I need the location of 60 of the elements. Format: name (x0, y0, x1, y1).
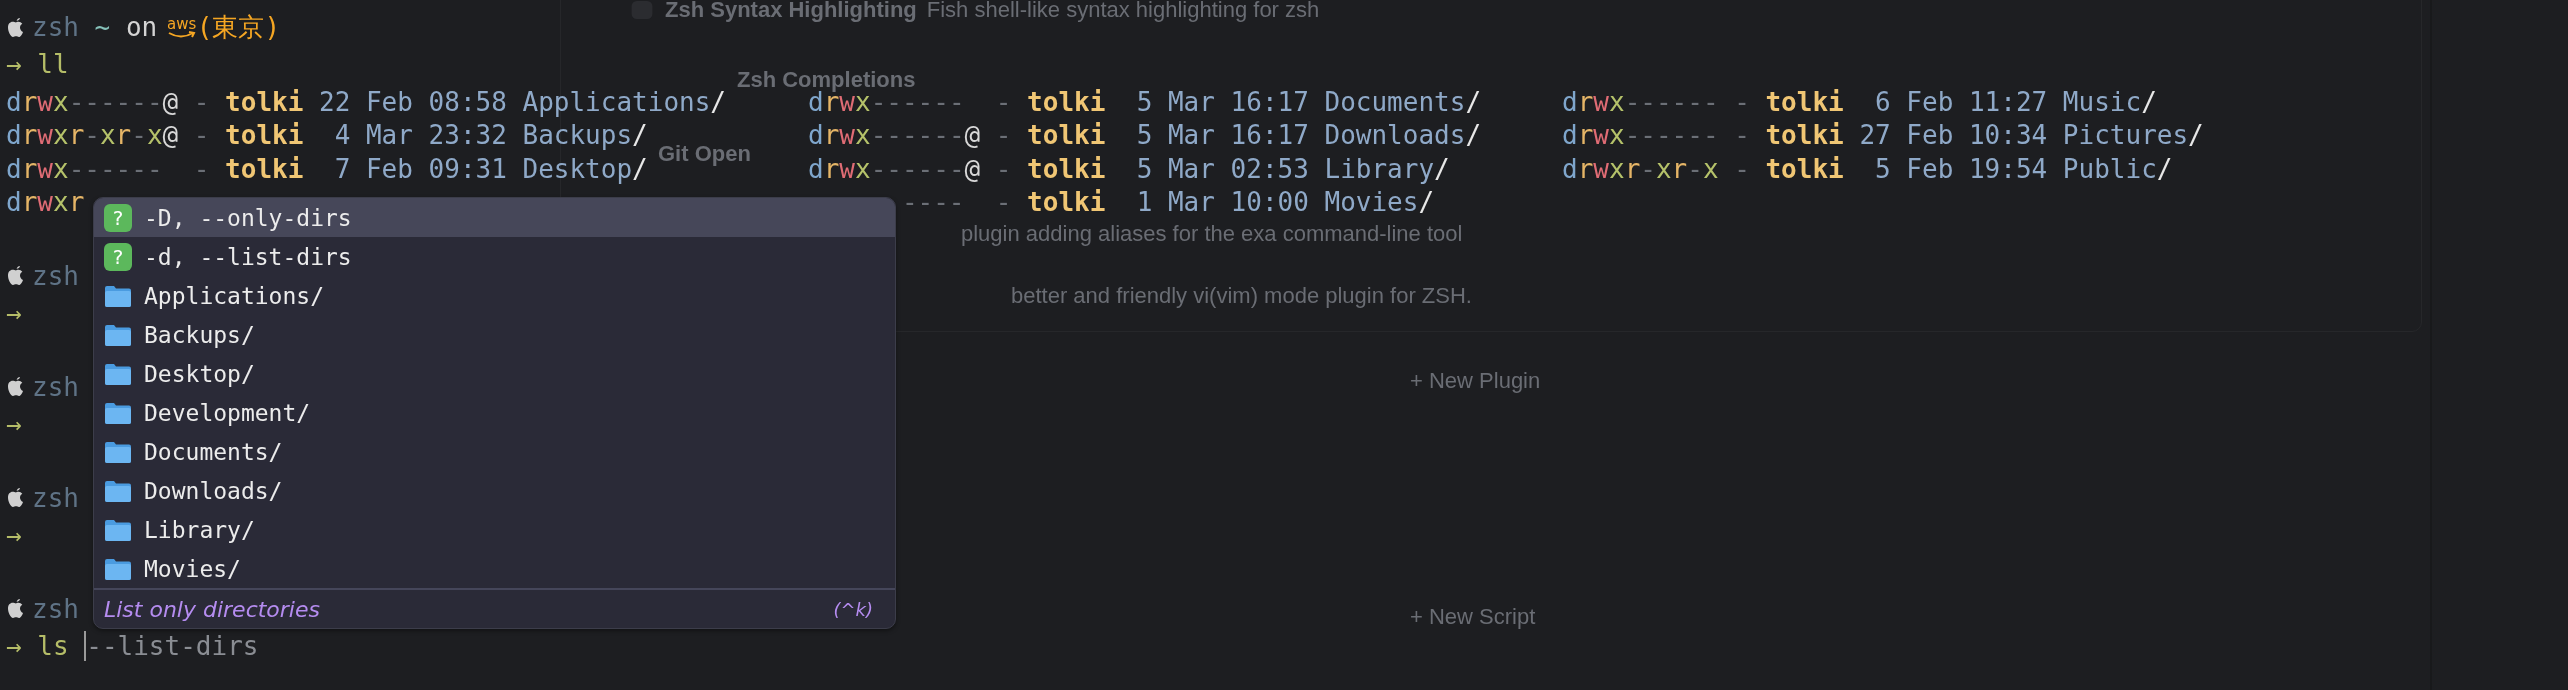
apple-icon (6, 597, 26, 621)
directory-path: ~ (94, 11, 111, 44)
file-listing-entry: d rwx------@ - tolki 5 Mar 02:53 Library/ (808, 153, 1450, 184)
plugin-description: Fish shell-like syntax highlighting for zsh (926, 0, 1320, 23)
completion-item[interactable]: Library/ (94, 510, 895, 549)
shell-name: zsh (32, 259, 79, 293)
plugin-title: Git Open (658, 141, 751, 167)
plugin-description: plugin adding aliases for the exa command-line tool (961, 221, 1463, 247)
plugin-description: better and friendly vi(vim) mode plugin for ZSH. (1011, 283, 1472, 309)
shell-name: zsh (32, 481, 79, 515)
aws-logo: aws (166, 16, 197, 39)
completion-item[interactable]: Applications/ (94, 276, 895, 315)
folder-icon (104, 400, 132, 425)
file-listing-entry: d rwxr-xr-x - tolki 5 Feb 19:54 Public/ (1562, 153, 2173, 184)
help-badge: ? (104, 242, 132, 271)
folder-icon (104, 439, 132, 464)
folder-icon (104, 478, 132, 503)
help-badge: ? (104, 203, 132, 232)
command-text: ll (37, 48, 69, 81)
completion-item[interactable]: Movies/ (94, 549, 895, 588)
prompt-connector: on (125, 11, 158, 44)
folder-icon (104, 556, 132, 581)
completion-item[interactable]: Development/ (94, 393, 895, 432)
apple-icon (6, 486, 26, 510)
shell-name: zsh (32, 370, 79, 404)
completion-item[interactable]: Desktop/ (94, 354, 895, 393)
file-listing-entry: d rwx------@ - tolki 5 Mar 16:17 Downloads/ (808, 120, 1482, 150)
file-listing-entry: d rwxr (6, 187, 86, 217)
text-cursor (84, 631, 87, 661)
plugin-title: Zsh Syntax Highlighting (665, 0, 917, 23)
region-label: (東京) (196, 11, 281, 44)
completion-item[interactable]: ? -d, --list-dirs (94, 237, 895, 276)
folder-icon (104, 283, 132, 308)
completion-description: List only directories (104, 596, 320, 622)
completion-item[interactable]: Backups/ (94, 315, 895, 354)
command-text: ls (37, 629, 69, 663)
prompt-arrow: → (6, 48, 22, 81)
completion-item[interactable]: Downloads/ (94, 471, 895, 510)
completion-item[interactable]: Documents/ (94, 432, 895, 471)
file-listing-entry: d rwx------@ - tolki 22 Feb 08:58 Applications/ (6, 86, 726, 117)
folder-icon (104, 361, 132, 386)
prompt-arrow: → (6, 629, 22, 663)
shell-name: zsh (32, 592, 79, 626)
prompt-arrow: → (6, 296, 22, 330)
apple-icon (6, 375, 26, 399)
folder-icon (104, 517, 132, 542)
folder-icon (104, 322, 132, 347)
prompt-arrow: → (6, 518, 22, 552)
file-listing-entry: d rwx------ - tolki 6 Feb 11:27 Music/ (1562, 86, 2157, 117)
shell-name: zsh (32, 11, 79, 44)
autosuggestion: --list-dirs (86, 629, 259, 663)
file-listing-entry: d rwxr-xr-x@ - tolki 4 Mar 23:32 Backups/ (6, 120, 648, 150)
completion-item[interactable]: ? -D, --only-dirs (94, 198, 895, 237)
apple-icon (6, 15, 26, 40)
file-listing-entry: d rwx------ - tolki 27 Feb 10:34 Pictures/ (1562, 120, 2204, 150)
apple-icon (6, 264, 26, 288)
prompt-arrow: → (6, 407, 22, 441)
shortcut-hint: (^k) (833, 598, 873, 620)
file-listing-entry: d rwx------ - tolki 7 Feb 09:31 Desktop/ (6, 153, 648, 184)
file-listing-entry: ---- - tolki 1 Mar 10:00 Movies/ (900, 187, 1435, 217)
